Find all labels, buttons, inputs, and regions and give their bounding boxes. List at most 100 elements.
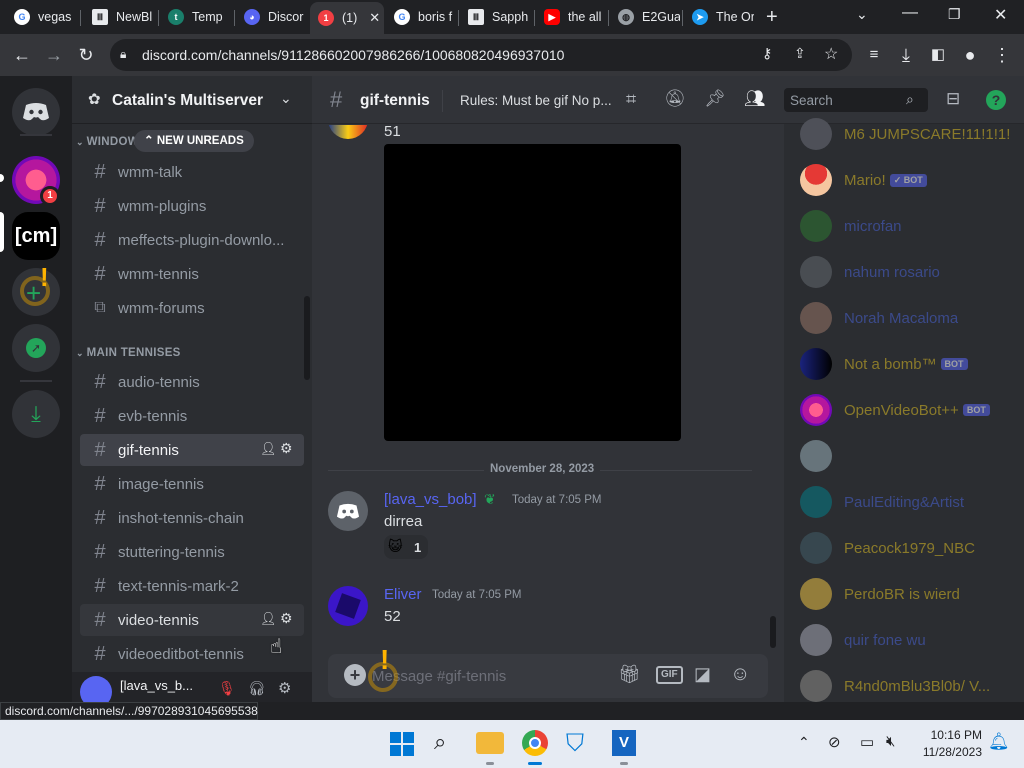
vegas-icon[interactable]: V [612, 730, 636, 756]
browser-tab[interactable]: ◍ E2Gua [610, 4, 680, 30]
message-timestamp[interactable]: Today at 7:05 PM [432, 589, 522, 601]
threads-icon[interactable]: ⌗ [626, 89, 636, 110]
browser-tab[interactable]: t Temp [160, 4, 232, 30]
channel-audio-tennis[interactable]: # audio-tennis [80, 366, 304, 398]
server-icon-cm[interactable]: [cm] [12, 212, 60, 260]
member-item[interactable] [800, 436, 1020, 476]
bookmark-star-icon[interactable]: ☆ [824, 44, 838, 64]
browser-tab[interactable]: ◕ Discor [236, 4, 308, 30]
category-main-tennises[interactable]: ⌄ MAIN TENNISES [76, 347, 181, 359]
display-icon[interactable]: ▭ [860, 733, 874, 751]
clock-date[interactable]: 11/28/2023 [904, 745, 982, 759]
close-window-icon[interactable]: ✕ [994, 5, 1007, 25]
channel-text-tennis-mark-2[interactable]: # text-tennis-mark-2 [80, 570, 304, 602]
download-icon[interactable]: ⤓ [894, 43, 918, 67]
channel-image-tennis[interactable]: # image-tennis [80, 468, 304, 500]
inbox-icon[interactable]: ⊟ [946, 89, 960, 109]
browser-tab[interactable]: ▶ the all [536, 4, 608, 30]
server-icon-video[interactable]: 1 [12, 156, 60, 206]
search-icon[interactable]: ⌕ [434, 729, 446, 755]
chrome-icon[interactable] [522, 730, 548, 756]
channel-inshot-tennis-chain[interactable]: # inshot-tennis-chain [80, 502, 304, 534]
member-item[interactable]: R4nd0mBlu3Bl0b/ V... [800, 666, 1020, 702]
back-icon[interactable]: ← [10, 43, 34, 67]
member-item[interactable]: PaulEditing&Artist [800, 482, 1020, 522]
browser-tab-active[interactable]: 1 (1) ✕ [310, 2, 384, 34]
search-input[interactable]: Search ⌕ [784, 88, 928, 112]
chat-scrollbar[interactable] [770, 616, 776, 648]
channel-wmm-tennis[interactable]: # wmm-tennis [80, 258, 304, 290]
browser-tab[interactable]: Ⅲ NewBl [84, 4, 152, 30]
volume-icon[interactable]: 🔇︎ [886, 733, 895, 750]
tab-search-icon[interactable]: ⌄ [856, 6, 868, 23]
network-icon[interactable]: ⊘ [828, 733, 841, 751]
emoji-icon[interactable]: ☺ [730, 663, 750, 686]
headphones-icon[interactable]: 🎧︎ [248, 680, 266, 697]
forward-icon[interactable]: → [42, 43, 66, 67]
explore-icon[interactable]: ➚ [12, 324, 60, 372]
media-icon[interactable]: ≡ [862, 43, 886, 67]
sticker-icon[interactable]: ◪ [694, 664, 711, 685]
share-icon[interactable]: ⇪ [794, 45, 806, 62]
defender-icon[interactable]: ⛉ [566, 730, 584, 758]
user-settings-icon[interactable]: ⚙ [278, 679, 291, 697]
channel-meffects-plugin[interactable]: # meffects-plugin-downlo... [80, 224, 304, 256]
minimize-icon[interactable]: — [902, 4, 918, 22]
browser-tab[interactable]: ➤ The Or [684, 4, 754, 30]
member-item[interactable]: Peacock1979_NBC [800, 528, 1020, 568]
invite-icon[interactable]: 👤︎ [260, 611, 277, 627]
reaction-button[interactable]: 😺︎ 1 [384, 535, 428, 559]
file-explorer-icon[interactable] [476, 732, 504, 754]
add-attachment-icon[interactable]: + [344, 664, 366, 686]
member-item[interactable]: Not a bomb™ BOT [800, 344, 1020, 384]
address-bar[interactable]: 🔒︎ discord.com/channels/9112866020079862… [110, 39, 852, 71]
member-list-icon[interactable]: 👥︎ [744, 89, 766, 109]
channel-stuttering-tennis[interactable]: # stuttering-tennis [80, 536, 304, 568]
channel-topic[interactable]: Rules: Must be gif No p... [460, 93, 612, 108]
browser-tab[interactable]: G boris f [386, 4, 458, 30]
channel-evb-tennis[interactable]: # evb-tennis [80, 400, 304, 432]
side-panel-icon[interactable]: ◧ [926, 43, 950, 67]
message-timestamp[interactable]: Today at 7:05 PM [512, 494, 602, 506]
channel-wmm-forums[interactable]: ⧉ wmm-forums [80, 292, 304, 324]
tray-chevron-icon[interactable]: ⌃ [798, 734, 810, 751]
browser-tab[interactable]: G vegas [6, 4, 74, 30]
member-item[interactable]: Mario! ✓ BOT [800, 160, 1020, 200]
member-item[interactable]: microfan [800, 206, 1020, 246]
pin-icon[interactable]: 📌︎ [704, 89, 726, 109]
gear-icon[interactable]: ⚙ [280, 440, 293, 457]
member-item[interactable]: nahum rosario [800, 252, 1020, 292]
download-apps-icon[interactable]: ⤓ [12, 390, 60, 438]
reload-icon[interactable]: ↻ [74, 43, 98, 67]
avatar[interactable] [80, 676, 112, 702]
sidebar-scrollbar[interactable] [304, 296, 310, 380]
message-author[interactable]: [lava_vs_bob] [384, 491, 477, 508]
gif-button[interactable]: GIF [656, 666, 683, 684]
close-tab-icon[interactable]: ✕ [369, 10, 380, 26]
member-item[interactable]: OpenVideoBot++ BOT [800, 390, 1020, 430]
avatar[interactable] [328, 491, 368, 531]
member-item[interactable]: M6 JUMPSCARE!11!1!1! [800, 114, 1020, 154]
message-author[interactable]: Eliver [384, 586, 422, 603]
gift-icon[interactable]: 🎁︎ [618, 664, 641, 685]
avatar[interactable] [328, 125, 368, 139]
clock-time[interactable]: 10:16 PM [918, 728, 982, 742]
new-unreads-pill[interactable]: ⌃ NEW UNREADS [134, 130, 254, 152]
member-item[interactable]: Norah Macaloma [800, 298, 1020, 338]
server-header[interactable]: ✿ Catalin's Multiserver ⌄ [72, 76, 312, 124]
notification-bell-icon[interactable]: 🔔︎ [988, 732, 1010, 752]
restore-icon[interactable]: ❐ [948, 6, 961, 23]
notification-muted-icon[interactable]: 🔕︎ [664, 89, 686, 109]
message-composer[interactable]: + Message #gif-tennis ! 🎁︎ GIF ◪ ☺ [328, 644, 768, 698]
avatar[interactable] [328, 586, 368, 626]
channel-wmm-talk[interactable]: # wmm-talk [80, 156, 304, 188]
browser-tab[interactable]: Ⅲ Sapph [460, 4, 532, 30]
key-icon[interactable]: ⚷ [762, 45, 772, 62]
member-item[interactable]: PerdoBR is wierd [800, 574, 1020, 614]
menu-icon[interactable]: ⋮ [990, 43, 1014, 67]
invite-icon[interactable]: 👤︎ [260, 441, 277, 457]
new-tab-icon[interactable]: + [766, 6, 778, 29]
help-icon[interactable]: ? [986, 90, 1006, 110]
mute-mic-icon[interactable]: 🎙︎ [218, 680, 236, 697]
profile-icon[interactable]: ● [958, 43, 982, 67]
